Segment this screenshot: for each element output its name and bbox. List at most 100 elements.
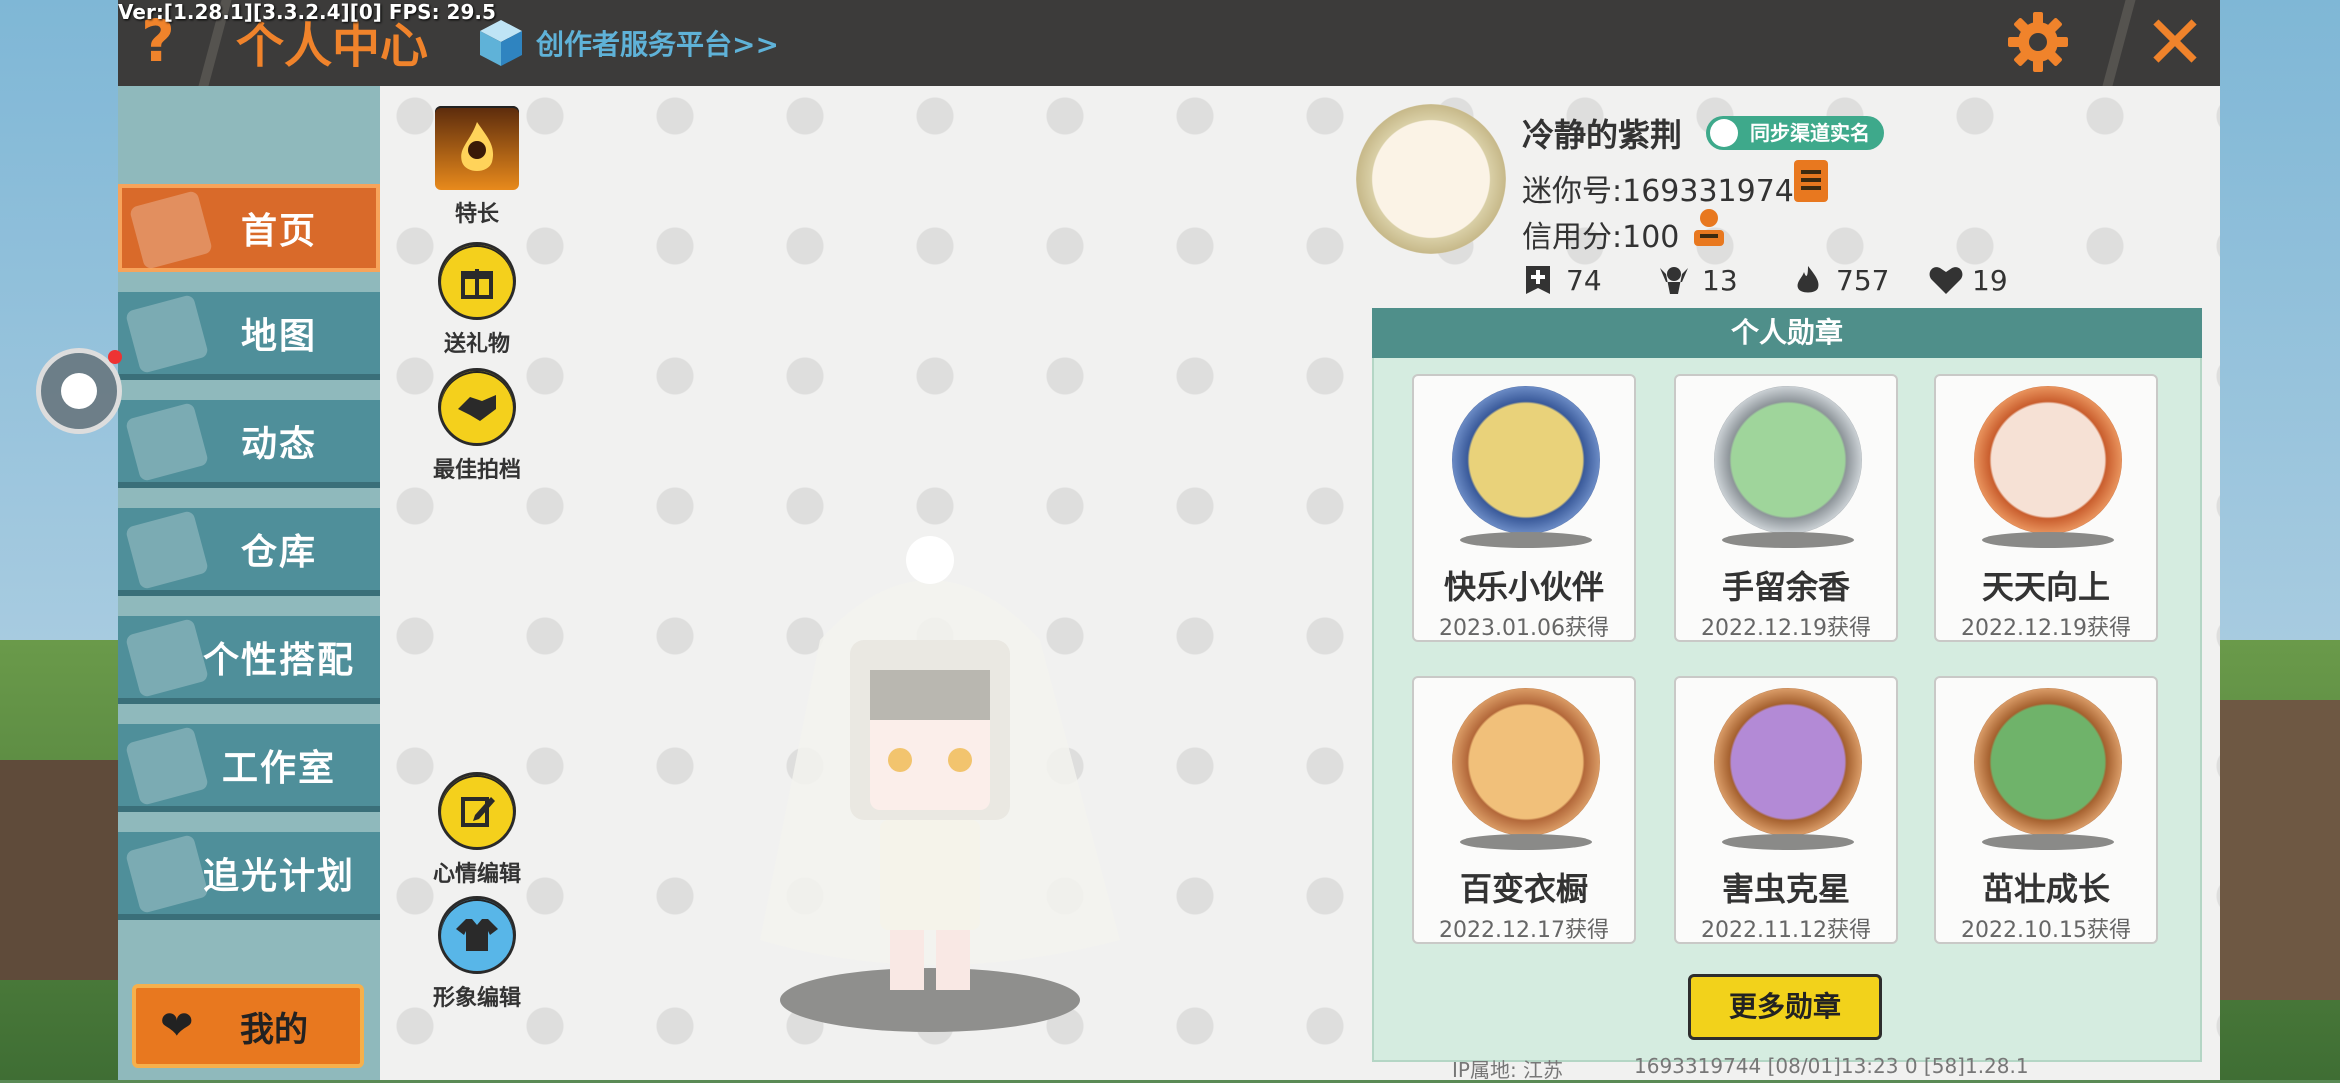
action-appearance-edit[interactable]: 形象编辑 [422,896,532,1012]
medal-card[interactable]: 害虫克星 2022.11.12获得 [1674,676,1898,944]
medal-date: 2022.12.17获得 [1439,918,1609,943]
footer-info: 1693319744 [08/01]13:23 0 [58]1.28.1 [1634,1054,2029,1078]
map-icon [124,294,210,374]
medal-fragrance-icon [1714,386,1862,534]
bell-icon [124,402,210,482]
action-label: 形象编辑 [432,986,521,1011]
medal-growth-icon [1974,688,2122,836]
stat-fans: 13 [1658,262,1738,298]
sidebar-item-outfit[interactable]: 个性搭配 [118,616,380,704]
mini-id: 迷你号:1693319744 [1522,174,1813,209]
credit-score: 信用分:100 [1522,220,1680,255]
stat-value: 757 [1836,263,1890,297]
medal-card[interactable]: 手留余香 2022.12.19获得 [1674,374,1898,642]
avatar[interactable] [1356,104,1506,254]
medal-shadow [1722,834,1854,850]
cube-icon [478,18,524,68]
sidebar-item-label: 仓库 [240,532,317,573]
stat-maps: 74 [1522,262,1602,298]
warehouse-icon [124,510,210,590]
creator-platform-label: 创作者服务平台>> [536,28,779,61]
ip-location: IP属地: 江苏 [1452,1058,1564,1082]
stat-value: 13 [1702,263,1738,297]
action-send-gift[interactable]: 送礼物 [422,242,532,358]
creator-platform-link[interactable]: 创作者服务平台>> [478,14,779,72]
sidebar-item-label: 动态 [240,424,317,465]
medal-date: 2022.12.19获得 [1701,616,1871,641]
light-plan-icon [124,834,210,914]
sidebar-item-feed[interactable]: 动态 [118,400,380,488]
credit-user-icon[interactable] [1688,206,1730,248]
player-avatar-model[interactable] [740,520,1260,1040]
stat-popularity: 757 [1792,262,1889,298]
sidebar-item-warehouse[interactable]: 仓库 [118,508,380,596]
medal-shadow [1982,834,2114,850]
fire-icon [1792,264,1824,296]
stat-value: 74 [1566,263,1602,297]
fans-icon [1658,264,1690,296]
medal-shadow [1460,532,1592,548]
sidebar-item-light-plan[interactable]: 追光计划 [118,832,380,920]
medal-title: 茁壮成长 [1981,870,2110,908]
house-icon [128,190,214,270]
sidebar-item-label: 地图 [240,316,317,357]
heart-icon [1928,264,1963,296]
sync-realname-badge[interactable]: 同步渠道实名 [1706,116,1884,150]
action-label: 特长 [454,202,499,227]
stat-value: 19 [1972,263,2008,297]
medal-panel-heading: 个人勋章 [1372,308,2202,358]
medal-title: 快乐小伙伴 [1443,568,1604,606]
heart-icon: ❤ [160,1003,194,1049]
plus-icon [1522,264,1554,296]
action-best-partner[interactable]: 最佳拍档 [422,368,532,484]
medal-card[interactable]: 茁壮成长 2022.10.15获得 [1934,676,2158,944]
medal-title: 手留余香 [1721,568,1850,606]
nickname: 冷静的紫荆 [1522,116,1683,154]
sidebar-item-label: 个性搭配 [202,640,355,681]
sync-badge-label: 同步渠道实名 [1750,121,1870,145]
flame-figure-icon [435,106,519,190]
medal-card[interactable]: 百变衣橱 2022.12.17获得 [1412,676,1636,944]
sidebar-item-map[interactable]: 地图 [118,292,380,380]
medal-date: 2022.10.15获得 [1961,918,2131,943]
medal-pest-buster-icon [1714,688,1862,836]
copy-icon[interactable] [1794,160,1828,202]
settings-gear-icon[interactable] [2006,10,2070,74]
tree-icon [124,726,210,806]
action-talent[interactable]: 特长 [422,106,532,228]
background-block [2220,700,2340,1000]
action-label: 心情编辑 [432,862,521,887]
sidebar-item-home[interactable]: 首页 [118,184,380,272]
notification-dot [108,350,122,364]
medal-date: 2022.11.12获得 [1701,918,1871,943]
medal-shadow [1722,532,1854,548]
sidebar-item-label: 首页 [240,211,317,252]
edit-pencil-icon [438,772,516,850]
sidebar-item-label: 工作室 [221,748,336,789]
action-mood-edit[interactable]: 心情编辑 [422,772,532,888]
user-check-icon [1710,119,1738,147]
medal-shadow [1460,834,1592,850]
sidebar-item-label: 追光计划 [202,856,355,897]
debug-overlay: Ver:[1.28.1][3.3.2.4][0] FPS: 29.5 [118,0,496,24]
close-button[interactable]: ✕ [2140,6,2210,80]
mine-button[interactable]: ❤ 我的 [132,984,364,1068]
background-block [0,760,118,980]
action-label: 送礼物 [443,332,510,357]
medal-shadow [1982,532,2114,548]
medal-card[interactable]: 天天向上 2022.12.19获得 [1934,374,2158,642]
medal-wardrobe-icon [1452,688,1600,836]
medal-title: 天天向上 [1981,568,2110,606]
more-medals-button[interactable]: 更多勋章 [1688,974,1882,1040]
medal-daily-up-icon [1974,386,2122,534]
mine-label: 我的 [240,1009,308,1050]
medal-date: 2023.01.06获得 [1439,616,1609,641]
medal-card[interactable]: 快乐小伙伴 2023.01.06获得 [1412,374,1636,642]
gift-icon [438,242,516,320]
outfit-shirt-icon [438,896,516,974]
sidebar-item-studio[interactable]: 工作室 [118,724,380,812]
medal-partner-icon [1452,386,1600,534]
medal-date: 2022.12.19获得 [1961,616,2131,641]
handshake-icon [438,368,516,446]
stat-likes: 19 [1928,262,2008,298]
